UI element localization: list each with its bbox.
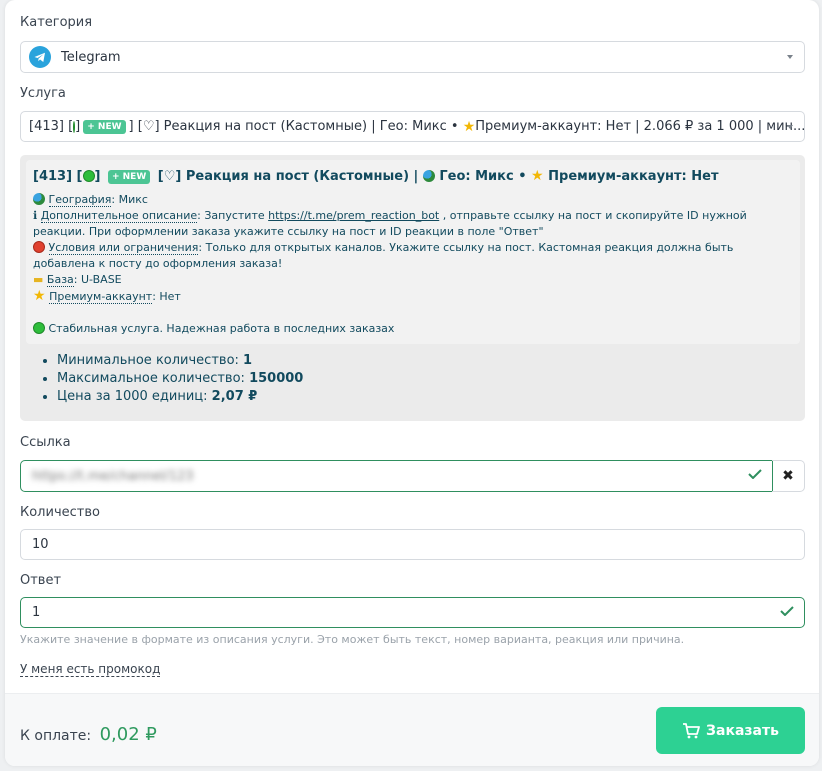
service-value-suffix-pre: ] <box>75 119 81 134</box>
category-value: Telegram <box>61 49 121 65</box>
title-mid: ] <box>94 169 105 184</box>
stable-line: Стабильная услуга. Надежная работа в пос… <box>33 321 793 337</box>
description-label: Дополнительное описание <box>40 209 198 223</box>
star-icon: ★ <box>531 168 544 184</box>
service-value-geo: Гео: Микс • <box>379 119 463 134</box>
red-circle-icon <box>33 241 45 253</box>
stable-text: Стабильная услуга. Надежная работа в пос… <box>48 322 395 335</box>
stat-price-label: Цена за 1000 единиц: <box>57 389 212 404</box>
stat-max-value: 150000 <box>249 371 304 386</box>
base-value: : U-BASE <box>73 273 122 286</box>
info-icon: ℹ <box>33 209 38 222</box>
geo-value: : Микс <box>111 193 148 206</box>
chevron-down-icon <box>787 125 793 129</box>
bot-link[interactable]: https://t.me/prem_reaction_bot <box>268 209 439 222</box>
link-value: https://t.me/channel/123 <box>32 468 194 484</box>
title-geo: Гео: Микс • <box>439 169 532 184</box>
stat-max-label: Максимальное количество: <box>57 371 250 386</box>
close-icon: ✖ <box>782 468 794 484</box>
stat-price: Цена за 1000 единиц: 2,07 ₽ <box>57 388 303 406</box>
category-select[interactable]: Telegram <box>20 41 805 73</box>
order-button-label: Заказать <box>706 722 779 739</box>
order-button[interactable]: Заказать <box>656 707 805 754</box>
globe-icon <box>33 193 45 205</box>
stat-min: Минимальное количество: 1 <box>57 352 303 370</box>
service-details-box: [413] [] + NEW [♡] Реакция на пост (Каст… <box>20 155 805 421</box>
base-label: База <box>46 273 74 287</box>
answer-label: Ответ <box>20 573 62 588</box>
quantity-value: 10 <box>32 537 49 552</box>
premium-line: ★ Премиум-аккаунт: Нет <box>33 288 793 305</box>
pay-label: К оплате: <box>20 728 92 744</box>
geo-line: География: Микс <box>33 192 793 208</box>
conditions-line: Условия или ограничения: Только для откр… <box>33 240 793 272</box>
promo-code-link[interactable]: У меня есть промокод <box>20 662 161 677</box>
order-form-card: Категория Telegram Услуга [413] [ ] + NE… <box>5 0 819 766</box>
check-icon <box>780 606 794 616</box>
service-details-title: [413] [] + NEW [♡] Реакция на пост (Каст… <box>33 168 793 184</box>
check-icon <box>748 469 762 479</box>
conditions-label: Условия или ограничения <box>48 241 199 255</box>
service-value-rest: Премиум-аккаунт: Нет | 2.066 ₽ за 1 000 … <box>475 119 805 134</box>
green-circle-icon <box>82 170 95 182</box>
order-footer: К оплате: 0,02 ₽ Заказать <box>5 693 819 766</box>
stat-max: Максимальное количество: 150000 <box>57 370 303 388</box>
geo-label: География <box>48 193 112 207</box>
title-premium: Премиум-аккаунт: Нет <box>548 169 719 184</box>
base-line: ▬ База: U-BASE <box>33 272 793 288</box>
cart-icon <box>683 722 700 738</box>
service-label: Услуга <box>20 86 66 101</box>
stat-min-label: Минимальное количество: <box>57 353 244 368</box>
description-line: ℹ Дополнительное описание: Запустите htt… <box>33 208 793 240</box>
pay-value: 0,02 ₽ <box>99 724 157 745</box>
answer-hint: Укажите значение в формате из описания у… <box>20 633 685 646</box>
service-description: [413] [] + NEW [♡] Реакция на пост (Каст… <box>26 160 800 344</box>
quantity-label: Количество <box>20 505 100 520</box>
folder-icon: ▬ <box>33 273 44 286</box>
service-value-suffix: ] [♡] Реакция на пост (Кастомные) | <box>128 119 380 134</box>
title-prefix: [413] [ <box>33 169 83 184</box>
premium-label: Премиум-аккаунт <box>49 290 153 304</box>
category-label: Категория <box>20 15 93 30</box>
link-input[interactable]: https://t.me/channel/123 <box>20 460 773 492</box>
answer-value: 1 <box>32 605 41 620</box>
answer-input[interactable]: 1 <box>20 597 805 628</box>
title-main: [♡] Реакция на пост (Кастомные) | <box>157 169 423 184</box>
telegram-icon <box>29 46 51 68</box>
quantity-input[interactable]: 10 <box>20 529 805 560</box>
pay-total: К оплате: 0,02 ₽ <box>20 724 157 745</box>
green-circle-icon <box>33 322 45 334</box>
stat-min-value: 1 <box>243 353 253 368</box>
star-icon: ★ <box>33 288 46 304</box>
stat-price-value: 2,07 ₽ <box>211 389 258 404</box>
service-select[interactable]: [413] [ ] + NEW ] [♡] Реакция на пост (К… <box>20 111 805 142</box>
service-stats: Минимальное количество: 1 Максимальное к… <box>35 352 303 406</box>
description-pre: : Запустите <box>197 209 269 222</box>
link-label: Ссылка <box>20 435 71 450</box>
new-badge: + NEW <box>107 170 151 184</box>
star-icon: ★ <box>462 118 476 135</box>
service-value-prefix: [413] [ <box>29 119 74 134</box>
clear-link-button[interactable]: ✖ <box>772 460 805 492</box>
chevron-down-icon <box>787 55 793 59</box>
new-badge: + NEW <box>83 119 126 134</box>
premium-value: : Нет <box>152 290 181 303</box>
globe-icon <box>422 170 435 182</box>
